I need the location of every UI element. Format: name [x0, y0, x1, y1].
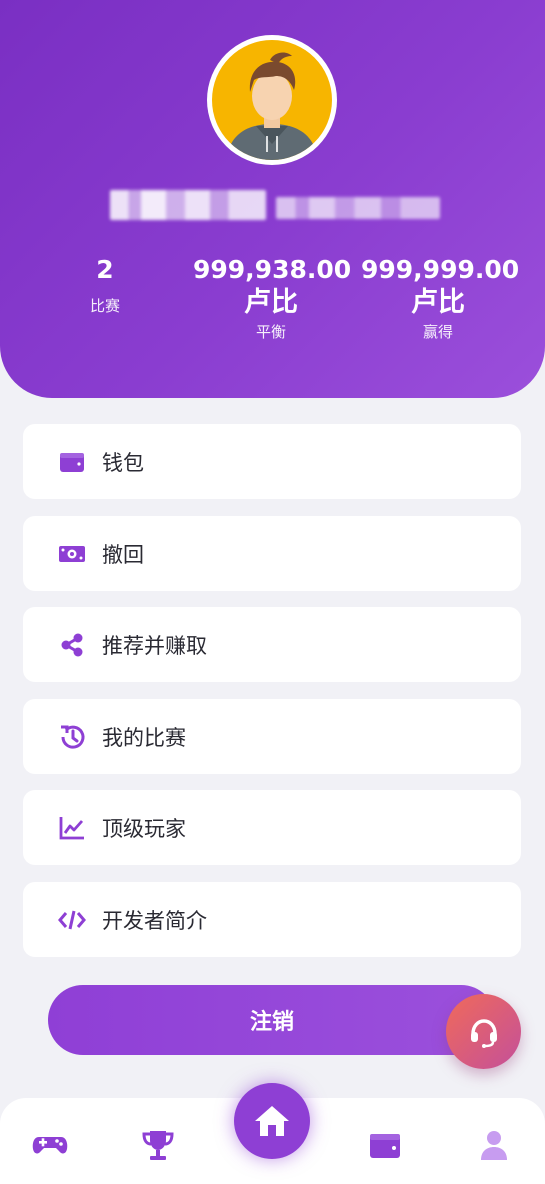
menu-item-my-matches[interactable]: 我的比赛 [23, 699, 521, 774]
stat-balance-value: 999,938.00 [193, 255, 352, 284]
home-icon [255, 1106, 289, 1136]
menu-item-label: 撤回 [102, 542, 144, 567]
menu-item-top-players[interactable]: 顶级玩家 [23, 790, 521, 865]
menu-item-developer[interactable]: 开发者简介 [23, 882, 521, 957]
nav-profile[interactable] [474, 1125, 514, 1165]
menu-item-label: 我的比赛 [102, 725, 186, 750]
wallet-icon [57, 447, 87, 477]
menu-item-refer-earn[interactable]: 推荐并赚取 [23, 607, 521, 682]
stat-balance: 999,938.00 卢比 平衡 [193, 255, 352, 343]
profile-header: 2 比赛 999,938.00 卢比 平衡 999,999.00 卢比 赢得 [0, 0, 545, 398]
avatar-image [212, 40, 332, 160]
stat-won-unit: 卢比 [411, 287, 465, 318]
chart-line-icon [57, 813, 87, 843]
code-icon [57, 905, 87, 935]
user-icon [481, 1131, 507, 1160]
menu-item-withdraw[interactable]: 撤回 [23, 516, 521, 591]
headset-icon [470, 1018, 497, 1048]
wallet-icon [370, 1134, 400, 1158]
stat-matches: 2 比赛 [66, 255, 144, 317]
stat-won-value: 999,999.00 [361, 255, 520, 284]
menu-item-wallet[interactable]: 钱包 [23, 424, 521, 499]
share-icon [57, 630, 87, 660]
trophy-icon [142, 1131, 174, 1160]
stat-won-label: 赢得 [422, 323, 453, 341]
menu-item-label: 开发者简介 [102, 908, 207, 933]
stat-matches-value: 2 [96, 255, 114, 284]
menu-item-label: 推荐并赚取 [102, 633, 207, 658]
nav-games[interactable] [30, 1125, 70, 1165]
stat-balance-label: 平衡 [255, 323, 286, 341]
avatar[interactable] [207, 35, 337, 165]
stat-balance-unit: 卢比 [244, 287, 298, 318]
logout-button[interactable]: 注销 [48, 985, 496, 1055]
nav-leaderboard[interactable] [138, 1125, 178, 1165]
history-icon [57, 722, 87, 752]
username-blur [110, 190, 266, 220]
menu-item-label: 顶级玩家 [102, 816, 186, 841]
menu-item-label: 钱包 [102, 450, 144, 475]
stat-matches-label: 比赛 [89, 297, 120, 315]
username-redacted [110, 186, 440, 224]
nav-wallet[interactable] [365, 1125, 405, 1165]
support-button[interactable] [446, 994, 521, 1069]
email-blur [276, 197, 440, 219]
stat-won: 999,999.00 卢比 赢得 [361, 255, 520, 343]
money-icon [57, 539, 87, 569]
nav-home-button[interactable] [234, 1083, 310, 1159]
gamepad-icon [32, 1137, 68, 1154]
